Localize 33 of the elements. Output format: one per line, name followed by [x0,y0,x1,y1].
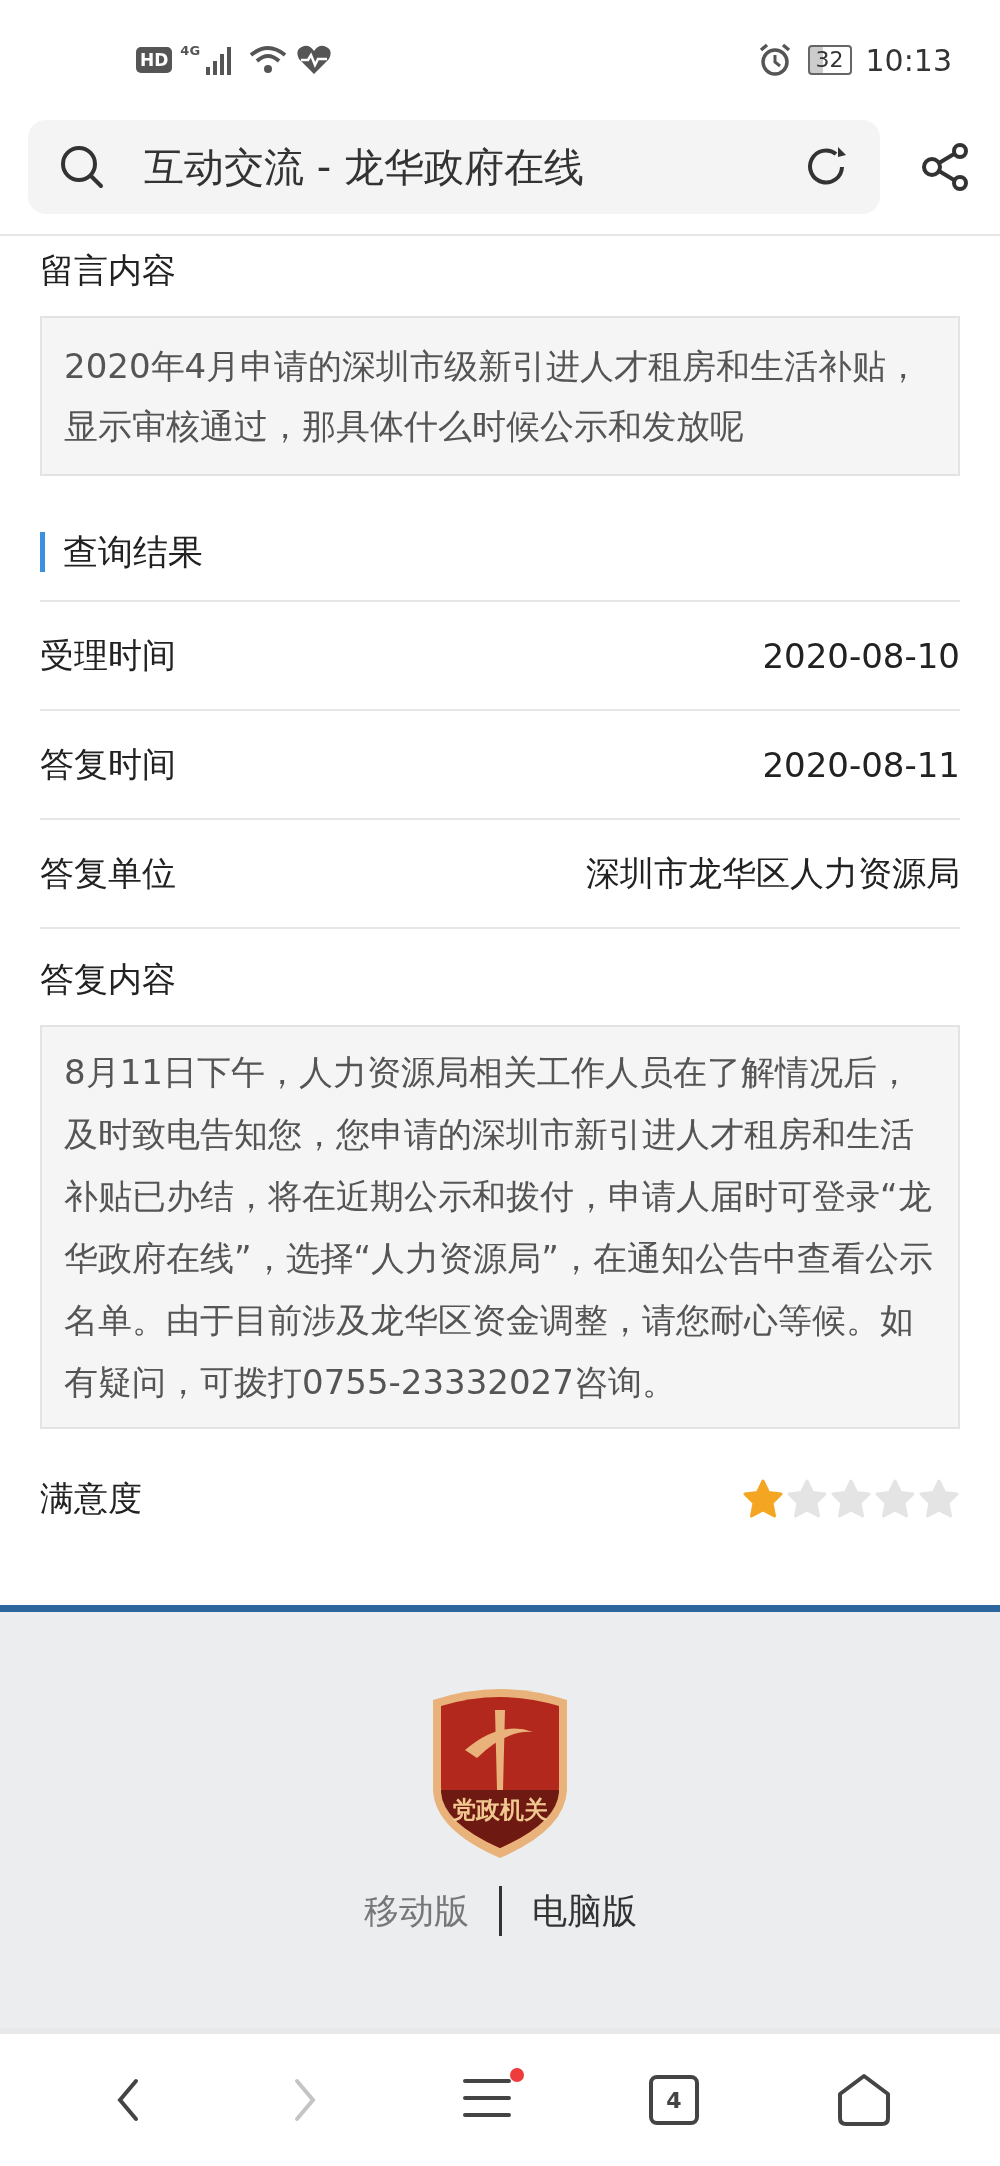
field-label: 答复内容 [40,958,177,1001]
field-label: 受理时间 [40,633,176,677]
field-label: 答复时间 [40,742,176,786]
battery-icon: 32 [807,45,852,75]
section-heading: 查询结果 [63,530,203,574]
clock-time: 10:13 [865,42,952,78]
star-icon [742,1479,784,1519]
star-icon [918,1479,960,1519]
message-text: 2020年4月申请的深圳市级新引进人才租房和生活补贴，显示审核通过，那具体什么时候公示和发放呢 [40,316,960,476]
address-bar[interactable]: 互动交流 - 龙华政府在线 [28,120,880,214]
heading-marker [40,532,45,572]
hd-badge: HD [136,47,173,73]
version-link[interactable]: 移动版 [363,1887,469,1935]
alarm-icon [757,43,792,77]
heart-icon [296,44,333,76]
page-title: 互动交流 - 龙华政府在线 [144,142,585,192]
tabs-button[interactable]: 4 [648,2075,699,2125]
reply-text: 8月11日下午，人力资源局相关工作人员在了解情况后，及时致电告知您，您申请的深圳市新引进人才租房和生活补贴已办结，将在近期公示和拨付，申请人届时可登录“龙华政府在线”，选择“人力资源局”，在通知公告中查看公示名单。由于目前涉及龙华区资金调整，请您耐心等候。如有疑问，可拨打0755-23332027咨询。 [40,1025,960,1429]
field-label: 答复单位 [40,851,176,895]
star-icon [786,1479,828,1519]
star-rating[interactable] [742,1479,960,1519]
star-icon [830,1479,872,1519]
search-icon[interactable] [58,143,106,191]
network-label: 4G [180,43,201,58]
field-value: 2020-08-10 [762,635,960,676]
field-value: 深圳市龙华区人力资源局 [586,851,960,895]
menu-icon[interactable] [462,2076,512,2120]
field-value: 2020-08-11 [762,744,960,785]
star-icon [874,1479,916,1519]
field-label: 满意度 [40,1477,142,1520]
home-icon[interactable] [835,2072,892,2128]
version-link[interactable]: 电脑版 [531,1887,637,1935]
section-label: 留言内容 [40,249,177,292]
